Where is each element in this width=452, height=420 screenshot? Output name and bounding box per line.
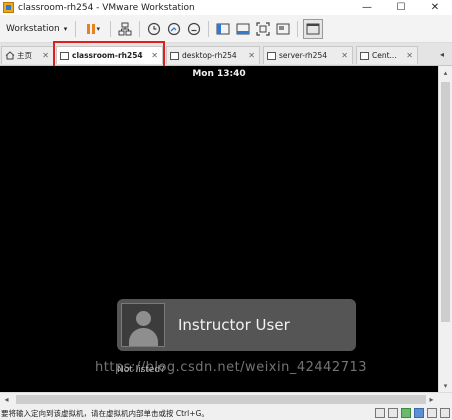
take-snapshot-button[interactable] <box>145 20 163 38</box>
network-icon <box>118 22 132 35</box>
horizontal-scrollbar[interactable]: ◂ ▸ <box>0 392 452 406</box>
tab-server-rh254[interactable]: server-rh254 ✕ <box>263 46 353 64</box>
close-icon[interactable]: ✕ <box>406 51 413 60</box>
snapshot-manager-button[interactable] <box>185 20 203 38</box>
tab-label: classroom-rh254 <box>72 51 143 60</box>
display-icon[interactable] <box>440 408 450 418</box>
send-ctrl-alt-del-button[interactable] <box>116 20 134 38</box>
avatar <box>121 303 165 347</box>
vmware-logo-icon <box>3 2 14 13</box>
maximize-button[interactable]: ☐ <box>384 0 418 15</box>
workstation-menu-label: Workstation <box>6 23 60 34</box>
chevron-down-icon: ▾ <box>96 24 101 33</box>
chevron-down-icon: ▾ <box>63 24 68 33</box>
console-view-button[interactable] <box>303 18 324 39</box>
toolbar-divider <box>75 20 77 37</box>
network-adapter-icon[interactable] <box>401 408 411 418</box>
tab-label: 主页 <box>17 51 32 60</box>
tab-home[interactable]: 主页 ✕ <box>1 46 54 64</box>
unity-icon <box>276 23 290 34</box>
tab-label: Cent... <box>372 51 397 60</box>
snapshot-icon <box>148 22 161 35</box>
thumbnail-bar-icon <box>236 23 250 34</box>
show-library-button[interactable] <box>214 20 232 38</box>
vm-console[interactable]: Mon 13:40 Instructor User Not listed? <box>0 66 438 392</box>
full-screen-button[interactable] <box>254 20 272 38</box>
vmware-window: classroom-rh254 - VMware Workstation — ☐… <box>0 0 452 420</box>
vm-clock: Mon 13:40 <box>192 69 246 79</box>
toolbar-divider <box>110 20 112 37</box>
tab-desktop-rh254[interactable]: desktop-rh254 ✕ <box>166 46 260 64</box>
toolbar-divider <box>297 20 299 37</box>
tab-scroll-left-button[interactable]: ◂ <box>432 43 452 65</box>
avatar-head <box>136 311 151 326</box>
window-title: classroom-rh254 - VMware Workstation <box>18 2 195 13</box>
home-icon <box>5 51 15 60</box>
revert-snapshot-button[interactable] <box>165 20 183 38</box>
status-bar: 要将输入定向到该虚拟机，请在虚拟机内部单击或按 Ctrl+G。 <box>0 406 452 420</box>
unity-button[interactable] <box>274 20 292 38</box>
tab-bar: 主页 ✕ classroom-rh254 ✕ desktop-rh254 ✕ s… <box>0 43 452 66</box>
login-user-name: Instructor User <box>178 316 290 334</box>
close-icon[interactable]: ✕ <box>248 51 255 60</box>
library-icon <box>216 23 230 34</box>
full-screen-icon <box>256 21 270 36</box>
horizontal-scroll-thumb[interactable] <box>16 395 426 404</box>
not-listed-link[interactable]: Not listed? <box>117 365 165 375</box>
vm-icon <box>360 51 369 60</box>
pause-icon <box>86 23 95 34</box>
close-icon[interactable]: ✕ <box>341 51 348 60</box>
window-controls: — ☐ ✕ <box>350 0 452 15</box>
cd-drive-icon[interactable] <box>388 408 398 418</box>
scroll-down-button[interactable]: ▾ <box>439 379 452 392</box>
hard-disk-icon[interactable] <box>375 408 385 418</box>
toolbar-divider <box>208 20 210 37</box>
vm-icon <box>267 51 276 60</box>
close-icon[interactable]: ✕ <box>42 51 49 60</box>
vm-icon <box>60 51 69 60</box>
vm-icon <box>170 51 179 60</box>
close-icon[interactable]: ✕ <box>151 51 158 60</box>
minimize-button[interactable]: — <box>350 0 384 15</box>
sound-card-icon[interactable] <box>427 408 437 418</box>
pause-button[interactable]: ▾ <box>81 20 105 38</box>
revert-snapshot-icon <box>168 22 181 35</box>
tab-label: desktop-rh254 <box>182 51 237 60</box>
status-message: 要将输入定向到该虚拟机，请在虚拟机内部单击或按 Ctrl+G。 <box>1 408 209 418</box>
toolbar: Workstation ▾ ▾ <box>0 15 452 43</box>
scroll-up-button[interactable]: ▴ <box>439 66 452 79</box>
close-button[interactable]: ✕ <box>418 0 452 15</box>
vertical-scroll-thumb[interactable] <box>441 82 450 322</box>
avatar-body <box>129 328 158 346</box>
tab-classroom-rh254[interactable]: classroom-rh254 ✕ <box>56 46 163 64</box>
title-bar: classroom-rh254 - VMware Workstation — ☐… <box>0 0 452 15</box>
console-view-icon <box>306 23 320 34</box>
scroll-right-button[interactable]: ▸ <box>425 393 438 406</box>
device-status-icons <box>375 408 450 418</box>
show-thumbnail-bar-button[interactable] <box>234 20 252 38</box>
login-user-card[interactable]: Instructor User <box>117 299 356 351</box>
usb-device-icon[interactable] <box>414 408 424 418</box>
toolbar-divider <box>139 20 141 37</box>
workstation-menu[interactable]: Workstation ▾ <box>2 19 71 39</box>
tab-label: server-rh254 <box>279 51 327 60</box>
tab-cent[interactable]: Cent... ✕ <box>356 46 418 64</box>
vertical-scrollbar[interactable]: ▴ ▾ <box>438 66 452 392</box>
snapshot-manager-icon <box>188 22 201 35</box>
scroll-left-button[interactable]: ◂ <box>0 393 13 406</box>
